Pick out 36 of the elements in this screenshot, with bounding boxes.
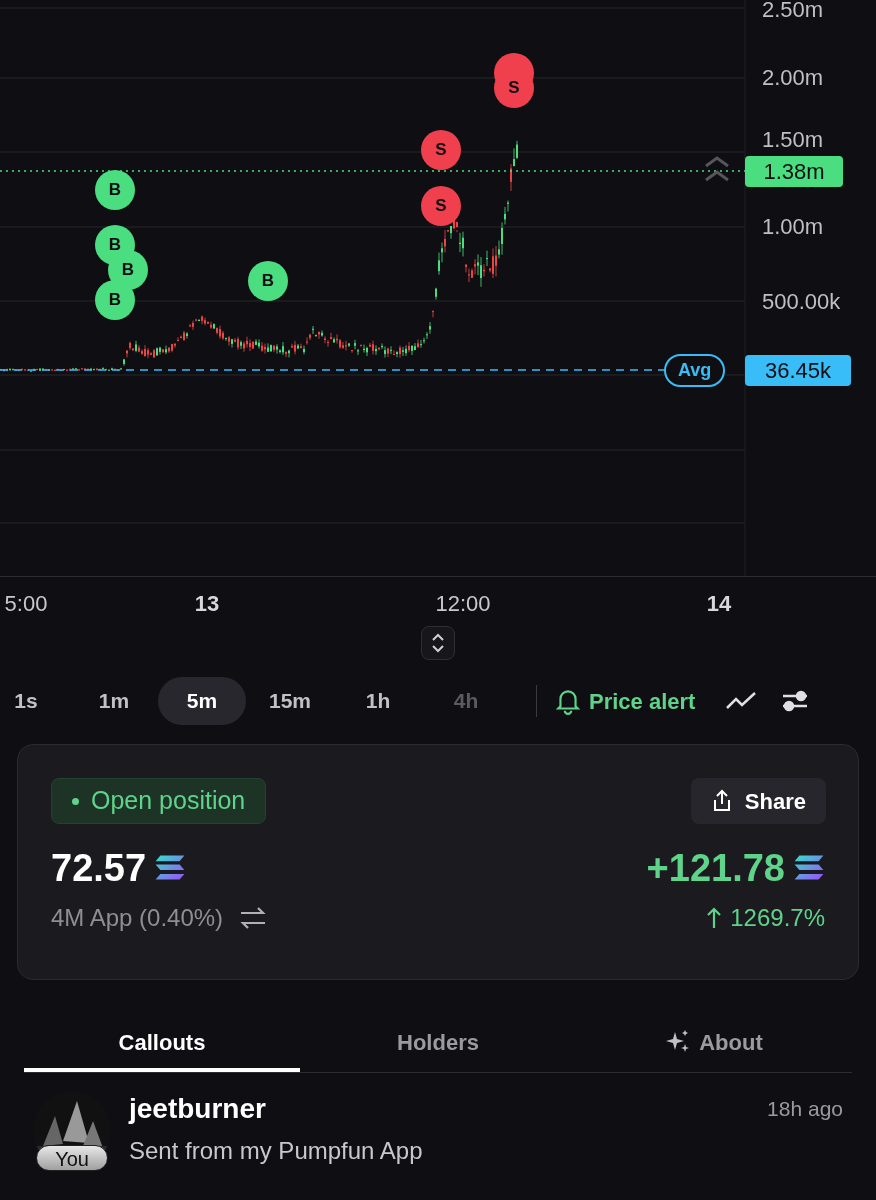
y-axis-label: 2.00m [762,66,824,90]
buy-marker: B [248,261,288,301]
x-axis-label: 5:00 [4,591,48,617]
y-axis-label: 2.50m [762,0,824,22]
timeframe-tab[interactable]: 1h [334,677,422,725]
tab[interactable]: Holders [300,1016,576,1072]
y-axis-label: 500.00k [762,290,841,314]
sell-marker: S [421,130,461,170]
status-text: Open position [91,785,246,817]
time-ago: 18h ago [767,1096,843,1123]
buy-marker: B [95,280,135,320]
price-tag: 1.38m [745,156,843,187]
avg-tag: Avg [664,354,726,387]
you-badge: You [36,1145,108,1171]
username[interactable]: jeetburner [129,1091,266,1127]
share-button[interactable]: Share [690,778,826,824]
x-axis-label: 12:00 [435,591,491,617]
price-alert-button[interactable]: Price alert [555,684,696,718]
timeframe-tab[interactable]: 15m [246,677,334,725]
y-axis-label: 1.50m [762,128,824,152]
sell-marker: S [421,186,461,226]
y-axis-label: 1.00m [762,215,824,239]
x-axis-label: 13 [194,591,220,617]
fee-text: 4M App (0.40%) [51,903,224,933]
tab[interactable]: Callouts [24,1016,300,1072]
timeframe-tab[interactable]: 5m [158,677,246,725]
avg-price-tag: 36.45k [745,355,851,386]
profit-percent: 1269.7% [730,903,825,933]
buy-marker: B [95,170,135,210]
x-axis-label: 14 [706,591,732,617]
timeframe-tab[interactable]: 1s [0,677,70,725]
profit-amount: +121.78 [646,846,785,890]
position-amount: 72.57 [51,846,147,890]
callout-text: Sent from my Pumpfun App [129,1136,424,1166]
tab[interactable]: About [576,1016,852,1072]
timeframe-tab[interactable]: 1m [70,677,158,725]
